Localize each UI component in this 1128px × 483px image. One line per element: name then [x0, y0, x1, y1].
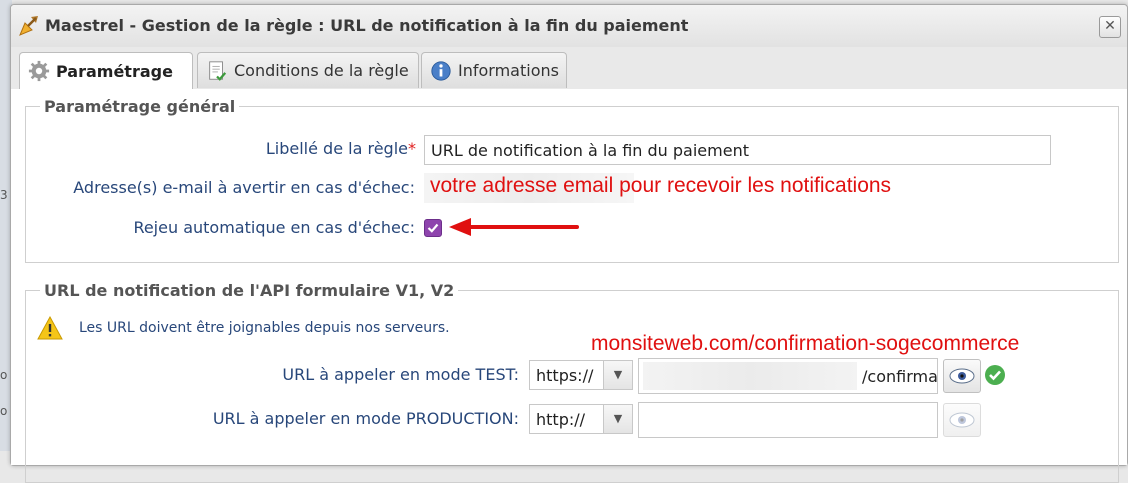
replay-checkbox[interactable]: [424, 219, 442, 237]
section-legend: URL de notification de l'API formulaire …: [44, 281, 455, 300]
rule-label-label: Libellé de la règle*: [265, 139, 416, 158]
url-annotation: monsiteweb.com/confirmation-sogecommerce: [591, 332, 1020, 355]
rule-label-input[interactable]: [424, 135, 1051, 165]
tab-bar: Paramétrage Conditions de la règle Infor…: [11, 47, 1127, 90]
url-redacted-area: [643, 362, 857, 390]
tab-parametrage[interactable]: Paramétrage: [19, 52, 193, 89]
broom-icon: [19, 16, 38, 36]
test-protocol-select[interactable]: https:// ▼: [529, 360, 633, 390]
production-url-label: URL à appeler en mode PRODUCTION:: [212, 409, 519, 428]
production-protocol-select[interactable]: http:// ▼: [529, 404, 633, 434]
url-suffix-text: /confirmat: [862, 367, 938, 386]
test-url-input[interactable]: /confirmat: [638, 358, 938, 394]
close-button[interactable]: ✕: [1099, 16, 1121, 38]
document-icon: [209, 60, 227, 81]
warning-text: Les URL doivent être joignables depuis n…: [79, 320, 450, 336]
email-annotation: votre adresse email pour recevoir les no…: [430, 174, 892, 197]
dialog-titlebar[interactable]: Maestrel - Gestion de la règle : URL de …: [11, 5, 1127, 48]
dialog-title: Maestrel - Gestion de la règle : URL de …: [45, 16, 689, 35]
rule-dialog: Maestrel - Gestion de la règle : URL de …: [10, 4, 1128, 483]
chevron-down-icon[interactable]: ▼: [603, 405, 632, 433]
test-url-label: URL à appeler en mode TEST:: [282, 365, 519, 384]
tab-label: Conditions de la règle: [234, 61, 409, 80]
checkmark-icon: [427, 223, 439, 233]
replay-label: Rejeu automatique en cas d'échec:: [133, 218, 415, 237]
select-value: http://: [536, 410, 586, 429]
warning-icon: [37, 316, 63, 340]
preview-eye-button[interactable]: [943, 359, 981, 393]
preview-eye-button-disabled[interactable]: [943, 403, 981, 437]
eye-icon: [949, 368, 975, 384]
tab-conditions[interactable]: Conditions de la règle: [197, 52, 419, 88]
background-text-fragment: 3: [0, 188, 8, 202]
required-mark: *: [408, 139, 416, 158]
red-arrow-annotation: [449, 218, 579, 236]
tab-label: Informations: [458, 61, 559, 80]
gear-icon: [28, 60, 50, 82]
select-value: https://: [536, 366, 594, 385]
background-text-fragment: o: [0, 368, 8, 382]
production-url-input[interactable]: [638, 402, 938, 438]
eye-icon: [949, 412, 975, 428]
background-text-fragment: o: [0, 404, 8, 418]
email-label: Adresse(s) e-mail à avertir en cas d'éch…: [73, 178, 415, 197]
tab-label: Paramétrage: [56, 61, 173, 81]
info-icon: [431, 60, 451, 81]
chevron-down-icon[interactable]: ▼: [603, 361, 632, 389]
section-legend: Paramétrage général: [44, 97, 236, 116]
tab-content: Paramétrage général Libellé de la règle*…: [11, 89, 1127, 483]
check-ok-icon: [985, 365, 1005, 385]
tab-informations[interactable]: Informations: [421, 52, 567, 88]
